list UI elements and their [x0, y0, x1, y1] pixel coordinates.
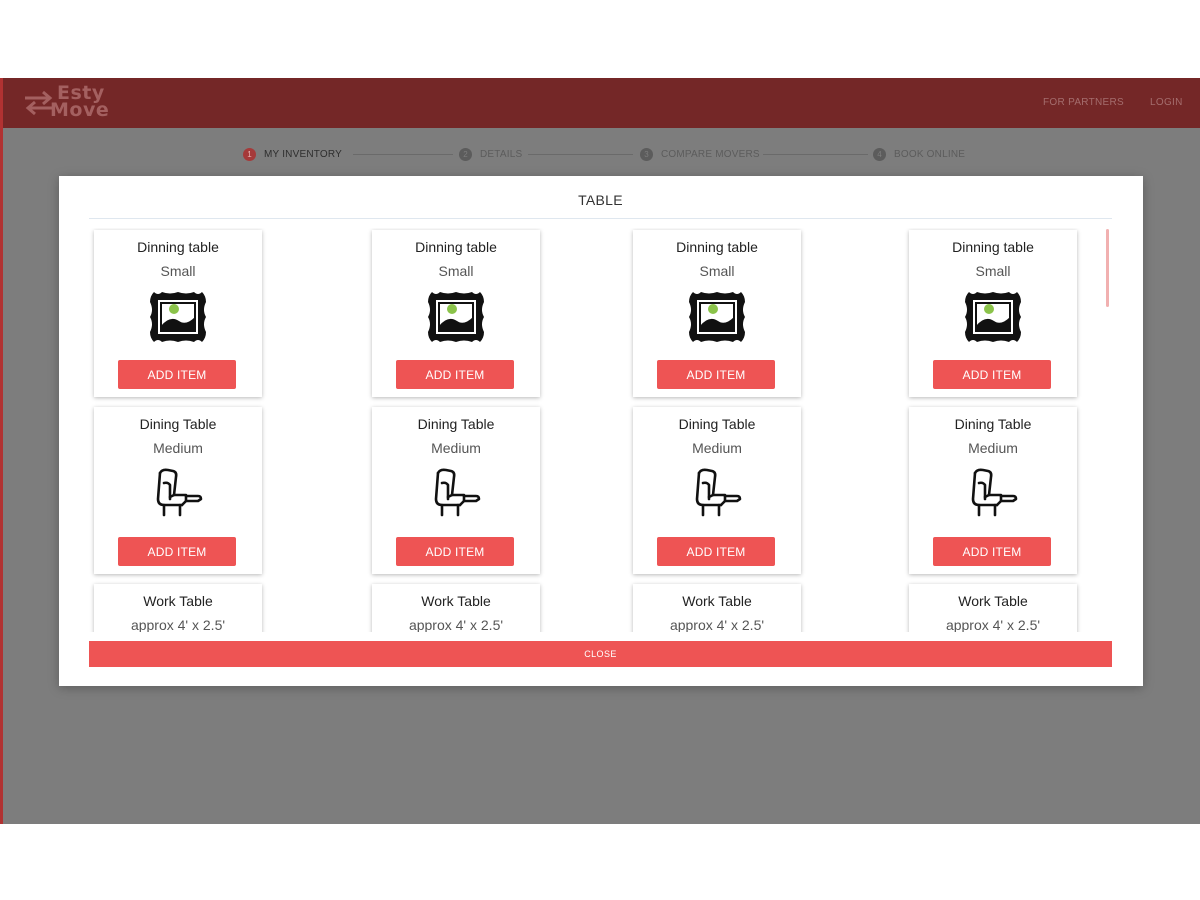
item-size: Medium	[431, 440, 481, 456]
item-name: Dinning table	[137, 239, 219, 255]
recliner-chair-icon	[424, 465, 488, 523]
item-card: Work Tableapprox 4' x 2.5'ADD ITEM	[633, 584, 801, 632]
add-item-button[interactable]: ADD ITEM	[657, 537, 775, 566]
item-size: approx 4' x 2.5'	[669, 617, 765, 632]
item-name: Dinning table	[676, 239, 758, 255]
item-name: Dining Table	[417, 416, 495, 432]
brand-logo[interactable]: Esty Move	[17, 82, 127, 124]
nav-link-login[interactable]: LOGIN	[1150, 97, 1183, 108]
recliner-chair-icon	[685, 465, 749, 523]
step-label: COMPARE MOVERS	[661, 148, 760, 160]
item-card: Dining Table Medium ADD ITEM	[372, 407, 540, 574]
add-item-button[interactable]: ADD ITEM	[396, 537, 514, 566]
recliner-chair-icon	[146, 465, 210, 523]
item-card: Dinning table Small ADD ITEM	[372, 230, 540, 397]
item-size: Small	[699, 263, 735, 279]
item-size: Medium	[692, 440, 742, 456]
item-size: approx 4' x 2.5'	[130, 617, 226, 632]
item-name: Dining Table	[954, 416, 1032, 432]
item-size: Small	[160, 263, 196, 279]
item-picker-modal: TABLE Dinning table Small ADD ITEM Dinning …	[59, 176, 1143, 686]
add-item-button[interactable]: ADD ITEM	[396, 360, 514, 389]
item-card: Dining Table Medium ADD ITEM	[909, 407, 1077, 574]
item-name: Dining Table	[139, 416, 217, 432]
item-size: Small	[975, 263, 1011, 279]
top-bar: Esty Move FOR PARTNERS LOGIN	[3, 78, 1200, 128]
nav-link-for-partners[interactable]: FOR PARTNERS	[1043, 97, 1124, 108]
step-label: BOOK ONLINE	[894, 148, 966, 160]
step-my-inventory[interactable]: 1 MY INVENTORY	[243, 144, 342, 164]
item-card: Dinning table Small ADD ITEM	[94, 230, 262, 397]
logo-text-line2: Move	[50, 99, 110, 121]
picture-frame-icon	[961, 288, 1025, 346]
step-compare-movers[interactable]: 3 COMPARE MOVERS	[640, 144, 760, 164]
item-card: Dining Table Medium ADD ITEM	[94, 407, 262, 574]
add-item-button[interactable]: ADD ITEM	[933, 537, 1051, 566]
item-name: Work Table	[143, 593, 213, 609]
item-size: Small	[438, 263, 474, 279]
item-card: Work Tableapprox 4' x 2.5'ADD ITEM	[909, 584, 1077, 632]
progress-steps: 1 MY INVENTORY 2 DETAILS 3 COMPARE MOVER…	[3, 144, 1200, 164]
item-size: Medium	[968, 440, 1018, 456]
step-number: 4	[873, 147, 886, 161]
item-size: approx 4' x 2.5'	[408, 617, 504, 632]
picture-frame-icon	[685, 288, 749, 346]
step-label: MY INVENTORY	[264, 148, 342, 160]
step-label: DETAILS	[480, 148, 523, 160]
modal-title: TABLE	[89, 192, 1112, 219]
add-item-button[interactable]: ADD ITEM	[657, 360, 775, 389]
item-name: Work Table	[958, 593, 1028, 609]
item-card: Work Tableapprox 4' x 2.5'ADD ITEM	[372, 584, 540, 632]
item-name: Dining Table	[678, 416, 756, 432]
add-item-button[interactable]: ADD ITEM	[118, 537, 236, 566]
scrollbar-thumb[interactable]	[1106, 229, 1109, 307]
step-number: 1	[243, 147, 256, 161]
add-item-button[interactable]: ADD ITEM	[933, 360, 1051, 389]
item-name: Dinning table	[952, 239, 1034, 255]
item-card: Work Tableapprox 4' x 2.5'ADD ITEM	[94, 584, 262, 632]
picture-frame-icon	[146, 288, 210, 346]
step-number: 3	[640, 147, 653, 161]
item-grid[interactable]: Dinning table Small ADD ITEM Dinning table S…	[89, 228, 1112, 632]
item-card: Dining Table Medium ADD ITEM	[633, 407, 801, 574]
step-details[interactable]: 2 DETAILS	[459, 144, 522, 164]
item-card: Dinning table Small ADD ITEM	[909, 230, 1077, 397]
step-number: 2	[459, 147, 472, 161]
item-name: Work Table	[421, 593, 491, 609]
recliner-chair-icon	[961, 465, 1025, 523]
item-size: Medium	[153, 440, 203, 456]
step-book-online[interactable]: 4 BOOK ONLINE	[873, 144, 965, 164]
add-item-button[interactable]: ADD ITEM	[118, 360, 236, 389]
close-button[interactable]: CLOSE	[89, 641, 1112, 667]
item-size: approx 4' x 2.5'	[945, 617, 1041, 632]
picture-frame-icon	[424, 288, 488, 346]
item-name: Work Table	[682, 593, 752, 609]
item-name: Dinning table	[415, 239, 497, 255]
item-card: Dinning table Small ADD ITEM	[633, 230, 801, 397]
